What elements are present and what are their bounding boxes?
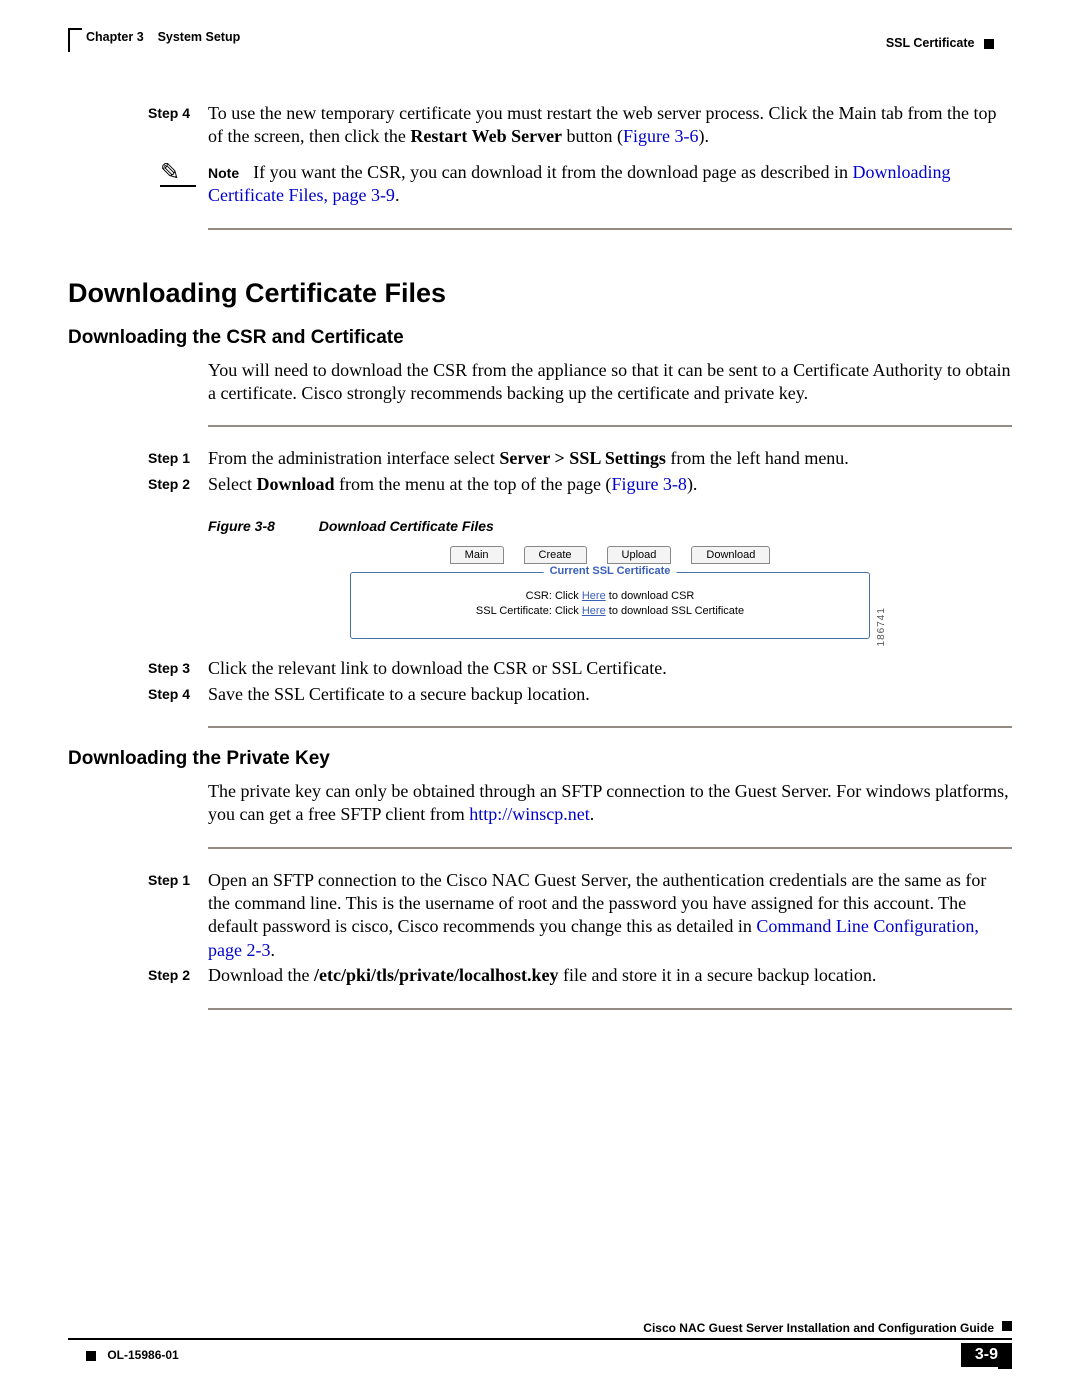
figure-tabs: Main Create Upload Download (350, 546, 870, 564)
tab-download[interactable]: Download (691, 546, 770, 564)
external-link[interactable]: http://winscp.net (469, 804, 590, 824)
section-title: SSL Certificate (886, 36, 975, 50)
figure-ref-link[interactable]: Figure 3-8 (611, 474, 687, 494)
step-body: To use the new temporary certificate you… (208, 102, 1012, 149)
footer-doc-id: OL-15986-01 (107, 1348, 178, 1362)
figure-side-id: 186741 (876, 607, 887, 646)
step-label: Step 2 (68, 473, 208, 496)
figure-caption: Figure 3-8 Download Certificate Files (208, 518, 1012, 534)
intro-paragraph: You will need to download the CSR from t… (208, 359, 1012, 406)
step-label: Step 1 (68, 447, 208, 470)
csr-download-link[interactable]: Here (582, 590, 606, 602)
tab-create[interactable]: Create (524, 546, 587, 564)
header-marker-icon (984, 39, 994, 49)
step-body: Save the SSL Certificate to a secure bac… (208, 683, 1012, 706)
step-label: Step 2 (68, 964, 208, 987)
figure-screenshot: Main Create Upload Download Current SSL … (208, 546, 1012, 639)
step-label: Step 4 (68, 102, 208, 149)
page-footer: Cisco NAC Guest Server Installation and … (68, 1321, 1012, 1367)
main-heading: Downloading Certificate Files (68, 278, 1012, 309)
section-rule (208, 1008, 1012, 1010)
fieldset-legend: Current SSL Certificate (544, 565, 677, 577)
step-row: Step 1 Open an SFTP connection to the Ci… (68, 869, 1012, 963)
tab-upload[interactable]: Upload (607, 546, 672, 564)
step-row: Step 4 To use the new temporary certific… (68, 102, 1012, 149)
step-label: Step 3 (68, 657, 208, 680)
note-block: ✎ NoteIf you want the CSR, you can downl… (68, 161, 1012, 208)
section-rule (208, 425, 1012, 427)
step-body: Download the /etc/pki/tls/private/localh… (208, 964, 1012, 987)
subsection-heading: Downloading the Private Key (68, 748, 1012, 770)
step-body: From the administration interface select… (208, 447, 1012, 470)
page-header: Chapter 3 System Setup SSL Certificate (68, 30, 1012, 52)
note-label: Note (208, 165, 239, 181)
tab-main[interactable]: Main (450, 546, 504, 564)
chapter-label: Chapter 3 (86, 30, 144, 44)
chapter-title: System Setup (158, 30, 241, 44)
step-row: Step 1 From the administration interface… (68, 447, 1012, 470)
footer-guide-title: Cisco NAC Guest Server Installation and … (643, 1321, 994, 1335)
step-body: Open an SFTP connection to the Cisco NAC… (208, 869, 1012, 963)
step-label: Step 4 (68, 683, 208, 706)
footer-marker-icon (1002, 1321, 1012, 1331)
step-row: Step 2 Select Download from the menu at … (68, 473, 1012, 496)
step-row: Step 3 Click the relevant link to downlo… (68, 657, 1012, 680)
step-row: Step 2 Download the /etc/pki/tls/private… (68, 964, 1012, 987)
step-label: Step 1 (68, 869, 208, 963)
figure-fieldset: Current SSL Certificate CSR: Click Here … (350, 572, 870, 639)
section-rule (208, 228, 1012, 230)
crop-mark-left (68, 28, 82, 52)
subsection-heading: Downloading the CSR and Certificate (68, 327, 1012, 349)
ssl-download-link[interactable]: Here (582, 605, 606, 617)
pencil-icon: ✎ (160, 161, 208, 185)
figure-ref-link[interactable]: Figure 3-6 (623, 126, 699, 146)
step-row: Step 4 Save the SSL Certificate to a sec… (68, 683, 1012, 706)
intro-paragraph: The private key can only be obtained thr… (208, 780, 1012, 827)
footer-marker-icon (86, 1351, 96, 1361)
section-rule (208, 726, 1012, 728)
step-body: Click the relevant link to download the … (208, 657, 1012, 680)
step-body: Select Download from the menu at the top… (208, 473, 1012, 496)
section-rule (208, 847, 1012, 849)
crop-mark-right (998, 1345, 1012, 1369)
